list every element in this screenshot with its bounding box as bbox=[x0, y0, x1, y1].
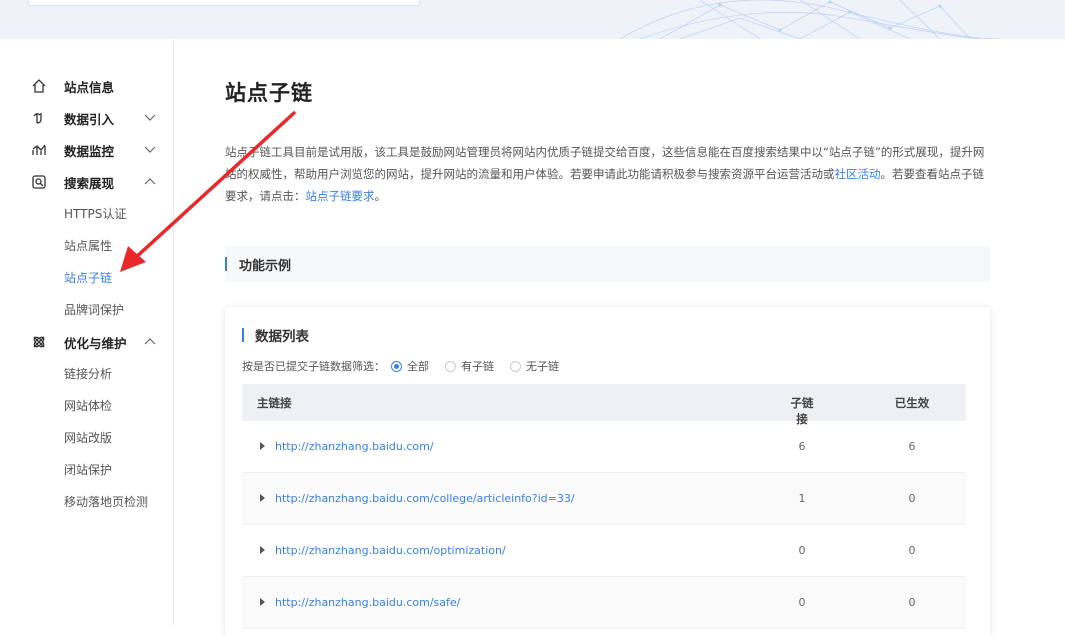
table-row: http://zhanzhang.baidu.com/safe/ 0 0 bbox=[242, 577, 966, 629]
sidebar-item-label: 优化与维护 bbox=[64, 335, 127, 351]
main-link[interactable]: http://zhanzhang.baidu.com/safe/ bbox=[275, 596, 460, 609]
column-header-main-link: 主链接 bbox=[257, 396, 292, 410]
radio-dot[interactable] bbox=[510, 360, 521, 372]
radio-label: 无子链 bbox=[526, 360, 559, 373]
table-header: 主链接 子链接 已生效 bbox=[242, 384, 966, 426]
section-title: 功能示例 bbox=[239, 259, 292, 274]
sidebar-subitem-link-analysis[interactable]: 链接分析 bbox=[64, 364, 112, 384]
sidebar-item-data-import[interactable]: 数据引入 bbox=[0, 102, 174, 134]
main-link[interactable]: http://zhanzhang.baidu.com/college/artic… bbox=[275, 492, 575, 505]
sidebar: 站点信息 数据引入 数据监控 搜索展现 HTTPS认证 站点属性 站点子链 品牌… bbox=[0, 39, 174, 626]
sidebar-item-label: 搜索展现 bbox=[64, 175, 115, 191]
chevron-up-icon[interactable] bbox=[143, 176, 157, 188]
main-content: 站点子链 站点子链工具目前是试用版，该工具是鼓励网站管理员将网站内优质子链提交给… bbox=[174, 39, 1065, 637]
main-link[interactable]: http://zhanzhang.baidu.com/optimization/ bbox=[275, 544, 506, 557]
community-activity-link[interactable]: 社区活动 bbox=[835, 167, 881, 181]
sidebar-subitem-site-attributes[interactable]: 站点属性 bbox=[64, 236, 112, 256]
expand-row-icon[interactable] bbox=[260, 494, 265, 502]
filter-radio-all[interactable]: 全部 bbox=[391, 358, 429, 374]
sublink-count: 1 bbox=[798, 492, 806, 505]
active-count: 0 bbox=[908, 596, 916, 609]
sidebar-subitem-brand-protection[interactable]: 品牌词保护 bbox=[64, 300, 124, 320]
filter-radio-has-sublinks[interactable]: 有子链 bbox=[445, 358, 494, 374]
site-search-box[interactable] bbox=[28, 0, 420, 6]
sidebar-item-label: 数据引入 bbox=[64, 111, 115, 127]
search-display-icon bbox=[32, 175, 46, 189]
sublink-count: 0 bbox=[798, 596, 806, 609]
radio-dot[interactable] bbox=[391, 360, 402, 372]
expand-row-icon[interactable] bbox=[260, 598, 265, 606]
sidebar-subitem-site-checkup[interactable]: 网站体检 bbox=[64, 396, 112, 416]
filter-row: 按是否已提交子链数据筛选： 全部 有子链 无子链 bbox=[242, 358, 569, 374]
chevron-up-icon[interactable] bbox=[143, 336, 157, 348]
sublink-count: 0 bbox=[798, 544, 806, 557]
optimize-icon bbox=[33, 336, 45, 348]
section-marker bbox=[242, 328, 244, 342]
sidebar-item-search-display[interactable]: 搜索展现 bbox=[0, 166, 174, 198]
page-title: 站点子链 bbox=[225, 81, 313, 105]
chevron-down-icon[interactable] bbox=[143, 112, 157, 124]
chevron-down-icon[interactable] bbox=[143, 144, 157, 156]
section-header-example: 功能示例 bbox=[225, 246, 990, 282]
description-text: 。 bbox=[374, 189, 387, 203]
filter-label: 按是否已提交子链数据筛选： bbox=[242, 360, 385, 373]
active-count: 0 bbox=[908, 544, 916, 557]
data-list-card: 数据列表 按是否已提交子链数据筛选： 全部 有子链 无子链 主链接 子链接 已生… bbox=[225, 307, 990, 637]
radio-label: 有子链 bbox=[461, 360, 494, 373]
section-marker bbox=[225, 257, 227, 271]
active-count: 0 bbox=[908, 492, 916, 505]
expand-row-icon[interactable] bbox=[260, 442, 265, 450]
expand-row-icon[interactable] bbox=[260, 546, 265, 554]
sidebar-item-optimize[interactable]: 优化与维护 bbox=[0, 326, 174, 358]
sidebar-item-data-monitor[interactable]: 数据监控 bbox=[0, 134, 174, 166]
sidebar-subitem-site-revamp[interactable]: 网站改版 bbox=[64, 428, 112, 448]
home-icon bbox=[32, 79, 46, 93]
column-header-active: 已生效 bbox=[894, 396, 930, 410]
card-title: 数据列表 bbox=[255, 329, 309, 345]
data-import-icon bbox=[33, 113, 42, 124]
sidebar-subitem-site-sublinks[interactable]: 站点子链 bbox=[64, 268, 112, 288]
monitor-chart-icon bbox=[32, 144, 46, 155]
sidebar-subitem-https[interactable]: HTTPS认证 bbox=[64, 204, 126, 224]
sidebar-item-label: 数据监控 bbox=[64, 143, 115, 159]
filter-radio-no-sublinks[interactable]: 无子链 bbox=[510, 358, 559, 374]
radio-label: 全部 bbox=[407, 360, 429, 373]
sidebar-item-site-info[interactable]: 站点信息 bbox=[0, 70, 174, 102]
sidebar-subitem-close-protection[interactable]: 闭站保护 bbox=[64, 460, 112, 480]
sublink-count: 6 bbox=[798, 440, 806, 453]
radio-dot[interactable] bbox=[445, 360, 456, 372]
active-count: 6 bbox=[908, 440, 916, 453]
description: 站点子链工具目前是试用版，该工具是鼓励网站管理员将网站内优质子链提交给百度，这些… bbox=[225, 141, 990, 207]
data-table: 主链接 子链接 已生效 http://zhanzhang.baidu.com/ … bbox=[242, 384, 966, 629]
main-link[interactable]: http://zhanzhang.baidu.com/ bbox=[275, 440, 434, 453]
sublink-requirements-link[interactable]: 站点子链要求 bbox=[306, 189, 375, 203]
table-row: http://zhanzhang.baidu.com/college/artic… bbox=[242, 473, 966, 525]
network-globe-graphic bbox=[619, 0, 1000, 39]
table-row: http://zhanzhang.baidu.com/ 6 6 bbox=[242, 421, 966, 473]
sidebar-item-label: 站点信息 bbox=[64, 79, 115, 95]
top-banner bbox=[0, 0, 1065, 39]
sidebar-subitem-mobile-landing-check[interactable]: 移动落地页检测 bbox=[64, 492, 148, 512]
table-row: http://zhanzhang.baidu.com/optimization/… bbox=[242, 525, 966, 577]
